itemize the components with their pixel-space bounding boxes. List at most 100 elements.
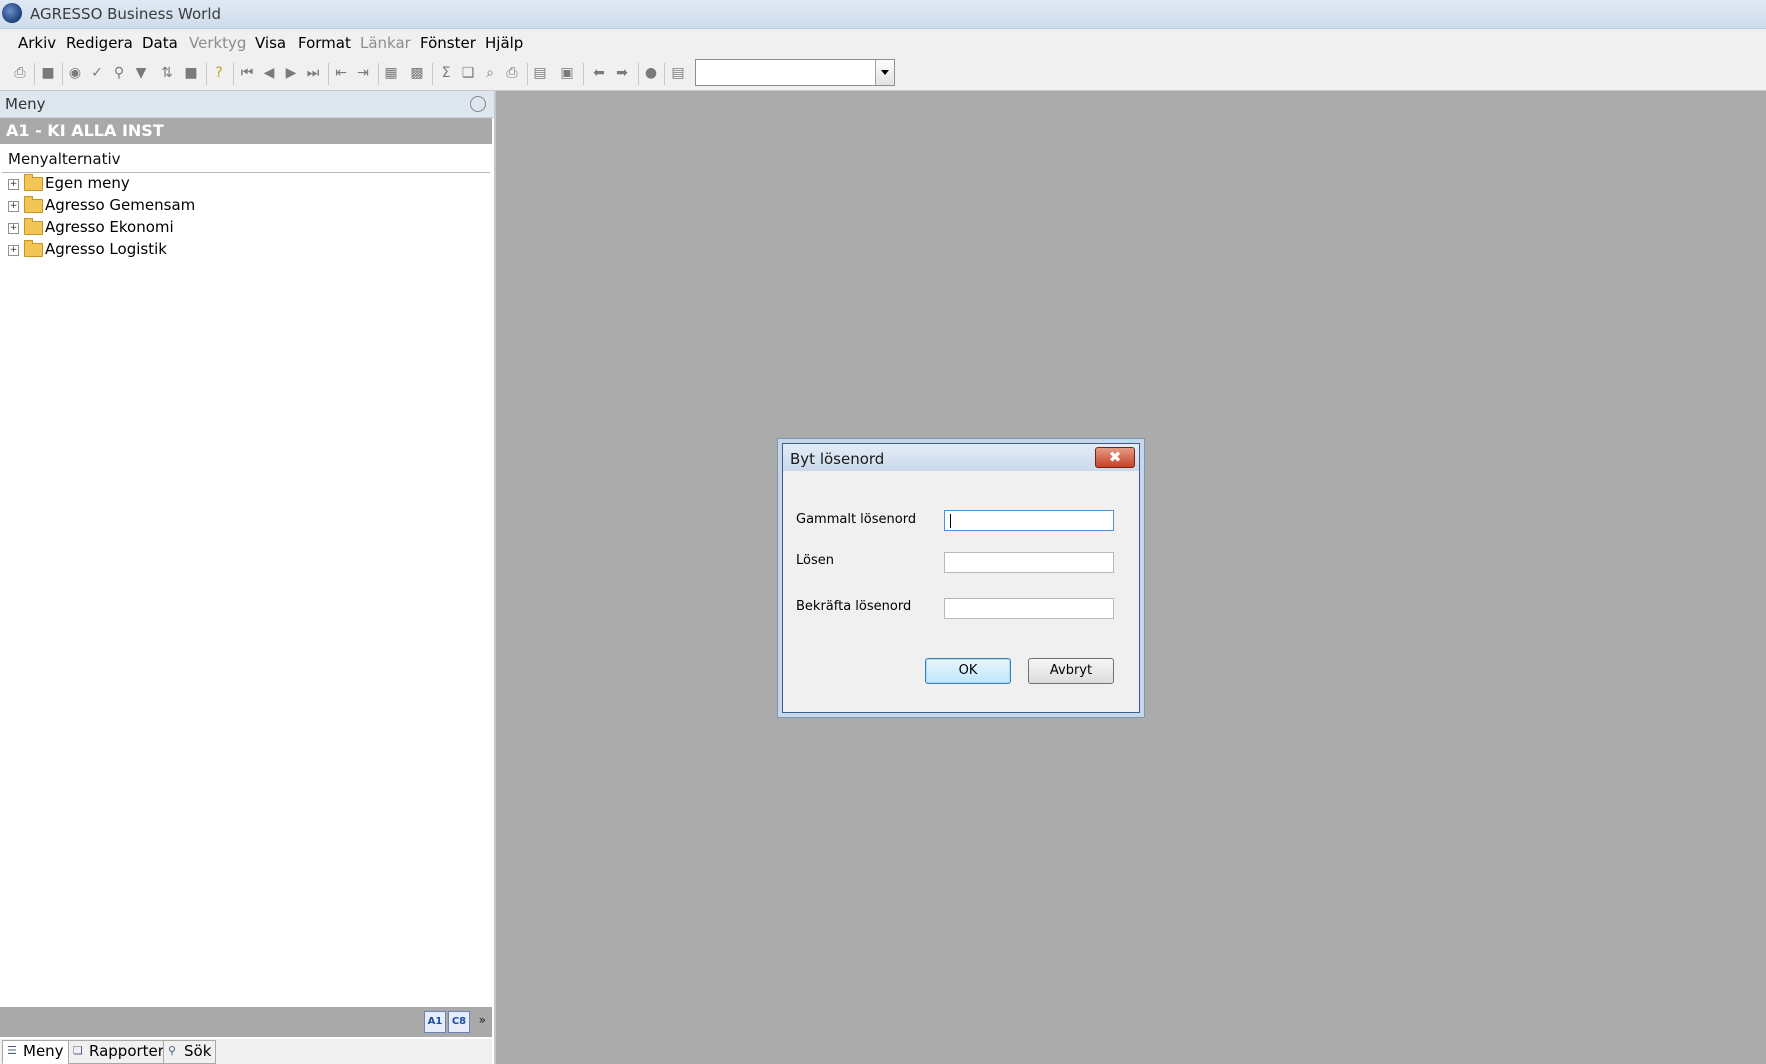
tree-item-agresso-gemensam[interactable]: + Agresso Gemensam [8, 196, 208, 216]
toolbar-separator [527, 63, 528, 85]
menu-visa[interactable]: Visa [255, 34, 286, 52]
print-icon[interactable]: ⎙ [11, 64, 29, 82]
toolbar-separator [432, 63, 433, 85]
new-password-field[interactable] [944, 552, 1114, 573]
indent-icon[interactable]: ⇤ [332, 64, 350, 82]
menu-panel: Meny A1 - KI ALLA INST Menyalternativ + … [0, 91, 496, 1064]
toolbar-separator [583, 63, 584, 85]
sort-icon[interactable]: ⇅ [158, 64, 176, 82]
expand-icon[interactable]: + [8, 223, 19, 234]
text-caret [950, 514, 951, 528]
company-c8-button[interactable]: C8 [448, 1011, 470, 1033]
folder-icon [24, 218, 43, 235]
tab-rapporter[interactable]: ❏ Rapporter [68, 1040, 169, 1064]
sum-icon[interactable]: Σ [437, 64, 455, 82]
confirm-password-label: Bekräfta lösenord [796, 599, 912, 614]
tree-item-agresso-ekonomi[interactable]: + Agresso Ekonomi [8, 218, 208, 238]
tree-item-label: Agresso Gemensam [45, 196, 196, 214]
reports-icon: ❏ [73, 1044, 83, 1057]
chevron-down-icon[interactable] [875, 60, 894, 85]
confirm-password-field[interactable] [944, 598, 1114, 619]
toolbar-separator [206, 63, 207, 85]
menu-lankar[interactable]: Länkar [360, 34, 411, 52]
filter-icon[interactable]: ▼ [132, 64, 150, 82]
toolbar-combobox[interactable] [695, 59, 895, 86]
dialog-titlebar: Byt lösenord ✖ [783, 444, 1139, 471]
toolbar-separator [664, 63, 665, 85]
menu-list-icon: ☰ [7, 1044, 17, 1057]
stop-icon[interactable]: ■ [182, 64, 200, 82]
tree-item-label: Agresso Ekonomi [45, 218, 174, 236]
old-password-field[interactable] [944, 510, 1114, 531]
menu-format[interactable]: Format [298, 34, 351, 52]
tab-label: Meny [23, 1042, 64, 1060]
panel-footer: A1 C8 » [0, 1007, 492, 1037]
expand-icon[interactable]: + [8, 201, 19, 212]
back-arrow-icon[interactable]: ⬅ [590, 64, 608, 82]
folder-icon [24, 174, 43, 191]
search-icon: ⚲ [168, 1044, 177, 1057]
folder-icon [24, 240, 43, 257]
pin-icon[interactable] [470, 96, 486, 112]
folder-open-icon[interactable]: ▤ [531, 64, 549, 82]
circle-icon[interactable]: ● [642, 64, 660, 82]
toolbar-separator [34, 63, 35, 85]
bar-chart-icon[interactable]: ▩ [408, 64, 426, 82]
search-icon[interactable]: ⚲ [110, 64, 128, 82]
forward-arrow-icon[interactable]: ➡ [613, 64, 631, 82]
zoom-icon[interactable]: ⌕ [481, 64, 499, 82]
dialog-title: Byt lösenord [790, 450, 885, 468]
new-password-label: Lösen [796, 553, 834, 568]
panel-title: Meny [5, 95, 46, 113]
help-icon[interactable]: ? [210, 64, 228, 82]
toolbar-separator [233, 63, 234, 85]
tab-meny[interactable]: ☰ Meny [2, 1040, 69, 1064]
panel-header: Meny [0, 91, 494, 118]
company-bar: A1 - KI ALLA INST [0, 118, 492, 144]
company-a1-button[interactable]: A1 [424, 1011, 446, 1033]
save-icon[interactable]: ■ [39, 64, 57, 82]
outdent-icon[interactable]: ⇥ [354, 64, 372, 82]
tree-item-label: Egen meny [45, 174, 130, 192]
window-title: AGRESSO Business World [30, 5, 222, 23]
menubar: Arkiv Redigera Data Verktyg Visa Format … [0, 29, 1766, 57]
toolbar-separator [378, 63, 379, 85]
menu-redigera[interactable]: Redigera [66, 34, 133, 52]
company-label: A1 - KI ALLA INST [6, 121, 164, 140]
old-password-label: Gammalt lösenord [796, 512, 917, 527]
expand-icon[interactable]: + [8, 245, 19, 256]
expand-icon[interactable]: + [8, 179, 19, 190]
briefcase-icon[interactable]: ▣ [558, 64, 576, 82]
menu-arkiv[interactable]: Arkiv [18, 34, 56, 52]
check-icon[interactable]: ✓ [88, 64, 106, 82]
change-password-dialog: Byt lösenord ✖ Gammalt lösenord Lösen Be… [782, 443, 1140, 713]
menu-verktyg[interactable]: Verktyg [189, 34, 246, 52]
next-record-icon[interactable]: ▶ [282, 64, 300, 82]
prev-record-icon[interactable]: ◀ [260, 64, 278, 82]
tab-label: Sök [184, 1042, 212, 1060]
close-icon[interactable]: ✖ [1095, 447, 1135, 468]
first-record-icon[interactable]: ⏮ [238, 64, 256, 82]
binoculars-icon[interactable]: ◉ [66, 64, 84, 82]
divider [2, 172, 490, 173]
overflow-chevron-icon[interactable]: » [479, 1013, 486, 1027]
folder-icon [24, 196, 43, 213]
grid-icon[interactable]: ▦ [382, 64, 400, 82]
menu-hjalp[interactable]: Hjälp [485, 34, 523, 52]
menu-data[interactable]: Data [142, 34, 178, 52]
app-globe-icon [2, 3, 22, 23]
tab-sok[interactable]: ⚲ Sök [163, 1040, 217, 1064]
copy-icon[interactable]: ❏ [459, 64, 477, 82]
tree-item-agresso-logistik[interactable]: + Agresso Logistik [8, 240, 208, 260]
tree-item-label: Agresso Logistik [45, 240, 167, 258]
menu-fonster[interactable]: Fönster [420, 34, 476, 52]
tab-label: Rapporter [89, 1042, 164, 1060]
last-record-icon[interactable]: ⏭ [304, 64, 322, 82]
print-preview-icon[interactable]: ⎙ [503, 64, 521, 82]
tree-item-egen-meny[interactable]: + Egen meny [8, 174, 208, 194]
section-label: Menyalternativ [8, 150, 121, 168]
window-titlebar: AGRESSO Business World [0, 0, 1766, 29]
ok-button[interactable]: OK [925, 658, 1011, 684]
cancel-button[interactable]: Avbryt [1028, 658, 1114, 684]
document-icon[interactable]: ▤ [669, 64, 687, 82]
